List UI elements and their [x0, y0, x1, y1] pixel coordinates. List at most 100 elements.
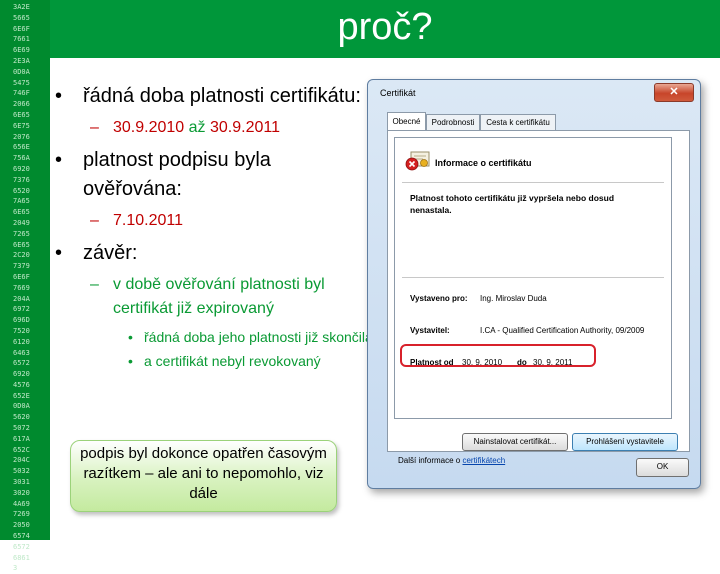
certificate-error-icon — [405, 151, 430, 171]
hex-line: 7520 — [13, 326, 30, 335]
hex-line: 2076 — [13, 132, 30, 141]
info-title: Informace o certifikátu — [435, 158, 532, 168]
hex-strip: 3A2E 5665 6E6F 7661 6E69 2E3A 0D0A 5475 746F 2066… — [0, 0, 50, 572]
issuer-value: I.CA - Qualified Certification Authority… — [480, 326, 645, 335]
valid-to-date: 30.9.2011 — [209, 119, 280, 136]
hex-line: 656E — [13, 143, 30, 152]
hex-line: 617A — [13, 434, 30, 443]
hex-line: 6E6F — [13, 272, 30, 281]
hex-line: 6120 — [13, 337, 30, 346]
bullet-list: • řádná doba platnosti certifikátu: –30.9… — [55, 82, 375, 375]
hex-line: 7269 — [13, 510, 30, 519]
bullet-validity: • řádná doba platnosti certifikátu: — [55, 82, 375, 111]
hex-line: 5032 — [13, 467, 30, 476]
sub-sub-bullet-expired: • řádná doba jeho platnosti již skončila — [55, 327, 375, 348]
tab-details[interactable]: Podrobnosti — [426, 114, 480, 130]
dialog-title: Certifikát — [380, 88, 416, 98]
sub-bullet-check-date: –7.10.2011 — [55, 209, 375, 233]
hex-line: 6E65 — [13, 110, 30, 119]
hex-line: 6E6F — [13, 24, 30, 33]
hex-line: 6E69 — [13, 46, 30, 55]
hex-line: 7376 — [13, 175, 30, 184]
expired-warning: Platnost tohoto certifikátu již vypršela… — [410, 193, 615, 215]
hex-line: 5665 — [13, 13, 30, 22]
hex-line: 6572 — [13, 542, 30, 551]
hex-line: 5475 — [13, 78, 30, 87]
hex-line: 7661 — [13, 35, 30, 44]
hex-line: 6920 — [13, 164, 30, 173]
bullet-icon: • — [55, 85, 63, 107]
hex-line: 6463 — [13, 348, 30, 357]
hex-line: 7265 — [13, 229, 30, 238]
hex-line: 4A69 — [13, 499, 30, 508]
dash-icon: – — [90, 119, 99, 136]
close-button[interactable]: ✕ — [654, 83, 694, 102]
hex-line: 2049 — [13, 218, 30, 227]
hex-line: 3A2E — [13, 3, 30, 11]
hex-line: 6E65 — [13, 240, 30, 249]
hex-line: 204C — [13, 456, 30, 465]
tab-certification-path[interactable]: Cesta k certifikátu — [480, 114, 556, 130]
hex-line: 204A — [13, 294, 30, 303]
general-tab-panel: Informace o certifikátu Platnost tohoto … — [387, 130, 690, 465]
hex-line: 3 — [13, 564, 18, 573]
close-icon: ✕ — [669, 86, 679, 98]
info-header: Informace o certifikátu — [405, 150, 532, 177]
hex-line: 4576 — [13, 380, 30, 389]
hex-line: 6574 — [13, 532, 30, 541]
title-bar: proč? — [50, 0, 720, 58]
hex-line: 652C — [13, 445, 30, 454]
sub-bullet-validity-dates: –30.9.2010 až 30.9.2011 — [55, 116, 375, 140]
bullet-signature-checked: • platnost podpisu byla ověřována: — [55, 146, 375, 204]
hex-line: 6920 — [13, 370, 30, 379]
callout-text: podpis byl dokonce opatřen časovým razít… — [80, 445, 327, 502]
hex-line: 0D0A — [13, 67, 30, 76]
bullet-conclusion: • závěr: — [55, 239, 375, 268]
hex-line: 2E3A — [13, 56, 30, 65]
tab-general[interactable]: Obecné — [387, 112, 426, 130]
issued-to-value: Ing. Miroslav Duda — [480, 294, 547, 303]
certificates-link[interactable]: certifikátech — [462, 456, 505, 465]
hex-line: 2066 — [13, 100, 30, 109]
dash-icon: – — [90, 276, 99, 293]
bullet-icon: • — [55, 242, 63, 264]
dash-icon: – — [90, 212, 99, 229]
valid-from-date: 30.9.2010 — [113, 119, 185, 136]
divider — [402, 277, 664, 278]
issuer-statement-button[interactable]: Prohlášení vystavitele — [572, 433, 678, 451]
certificate-info-box: Informace o certifikátu Platnost tohoto … — [394, 137, 672, 419]
issued-to-label: Vystaveno pro: — [410, 294, 468, 303]
slide-title: proč? — [337, 6, 433, 48]
hex-column: 3A2E 5665 6E6F 7661 6E69 2E3A 0D0A 5475 746F 2066… — [0, 2, 50, 574]
timestamp-callout: podpis byl dokonce opatřen časovým razít… — [70, 440, 337, 512]
hex-line: 3031 — [13, 478, 30, 487]
install-certificate-button[interactable]: Nainstalovat certifikát... — [462, 433, 568, 451]
hex-line: 756A — [13, 154, 30, 163]
issuer-label: Vystavitel: — [410, 326, 450, 335]
hex-line: 0D0A — [13, 402, 30, 411]
certificate-dialog: Certifikát ✕ Obecné Podrobnosti Cesta k … — [367, 79, 701, 489]
issued-to-row: Vystaveno pro: Ing. Miroslav Duda — [410, 294, 547, 303]
hex-line: 2050 — [13, 521, 30, 530]
validity-highlight — [400, 344, 596, 367]
hex-line: 7379 — [13, 262, 30, 271]
hex-line: 5072 — [13, 424, 30, 433]
hex-line: 6520 — [13, 186, 30, 195]
hex-line: 6572 — [13, 359, 30, 368]
ok-button[interactable]: OK — [636, 458, 689, 477]
sub-bullet-conclusion: – v době ověřování platnosti byl certifik… — [55, 273, 375, 321]
check-date: 7.10.2011 — [113, 212, 183, 229]
hex-line: 696D — [13, 316, 30, 325]
bullet-icon: • — [128, 353, 133, 369]
sub-sub-bullet-not-revoked: • a certifikát nebyl revokovaný — [55, 351, 375, 372]
more-info-text: Další informace o certifikátech — [398, 456, 506, 465]
hex-line: 6972 — [13, 305, 30, 314]
hex-line: 652E — [13, 391, 30, 400]
hex-line: 3020 — [13, 488, 30, 497]
hex-line: 2C20 — [13, 251, 30, 260]
date-separator: až — [184, 119, 210, 136]
issuer-row: Vystavitel: I.CA - Qualified Certificatio… — [410, 326, 644, 335]
hex-line: 6E65 — [13, 208, 30, 217]
hex-line: 5620 — [13, 413, 30, 422]
bullet-icon: • — [128, 329, 133, 345]
